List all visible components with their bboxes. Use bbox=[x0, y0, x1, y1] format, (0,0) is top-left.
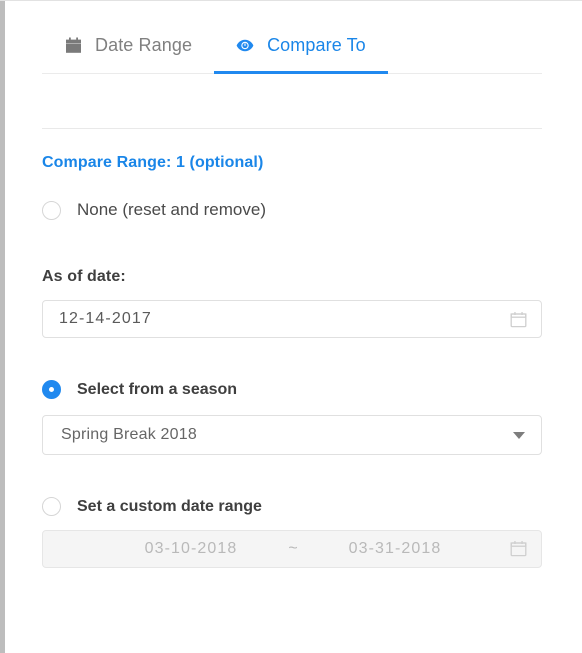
calendar-picker-icon[interactable] bbox=[510, 311, 527, 328]
radio-custom-indicator[interactable] bbox=[42, 497, 61, 516]
radio-option-none[interactable]: None (reset and remove) bbox=[42, 200, 542, 220]
tab-date-range-label: Date Range bbox=[95, 34, 193, 55]
radio-season-label: Select from a season bbox=[77, 380, 238, 398]
tab-compare-to-label: Compare To bbox=[267, 34, 366, 55]
custom-range-start: 03-10-2018 bbox=[144, 540, 238, 557]
tab-date-range[interactable]: Date Range bbox=[42, 17, 214, 73]
eye-icon bbox=[236, 36, 254, 54]
as-of-date-input[interactable]: 12-14-2017 bbox=[42, 300, 542, 338]
custom-range-separator: ~ bbox=[288, 540, 298, 557]
radio-option-custom-range[interactable]: Set a custom date range bbox=[42, 497, 542, 516]
custom-date-range-input: 03-10-2018 ~ 03-31-2018 bbox=[42, 530, 542, 568]
section-divider bbox=[42, 128, 542, 129]
calendar-range-icon bbox=[510, 540, 527, 557]
calendar-icon bbox=[64, 36, 82, 54]
radio-none-label: None (reset and remove) bbox=[77, 200, 266, 219]
season-select[interactable]: Spring Break 2018 bbox=[42, 415, 542, 455]
radio-none-indicator[interactable] bbox=[42, 200, 61, 220]
season-select-value: Spring Break 2018 bbox=[61, 426, 197, 443]
panel-content: Date Range Compare To Compare Range: 1 (… bbox=[5, 1, 582, 652]
compare-to-panel: Date Range Compare To Compare Range: 1 (… bbox=[0, 0, 582, 653]
radio-season-indicator[interactable] bbox=[42, 380, 61, 399]
as-of-date-value: 12-14-2017 bbox=[59, 310, 152, 327]
tab-compare-to[interactable]: Compare To bbox=[214, 17, 388, 74]
as-of-date-label: As of date: bbox=[42, 268, 126, 285]
custom-range-end: 03-31-2018 bbox=[348, 540, 442, 557]
chevron-down-icon[interactable] bbox=[513, 431, 525, 439]
radio-option-season[interactable]: Select from a season bbox=[42, 380, 542, 399]
tab-bar: Date Range Compare To bbox=[42, 17, 542, 74]
radio-custom-label: Set a custom date range bbox=[77, 497, 262, 515]
compare-range-title: Compare Range: 1 (optional) bbox=[42, 154, 264, 171]
